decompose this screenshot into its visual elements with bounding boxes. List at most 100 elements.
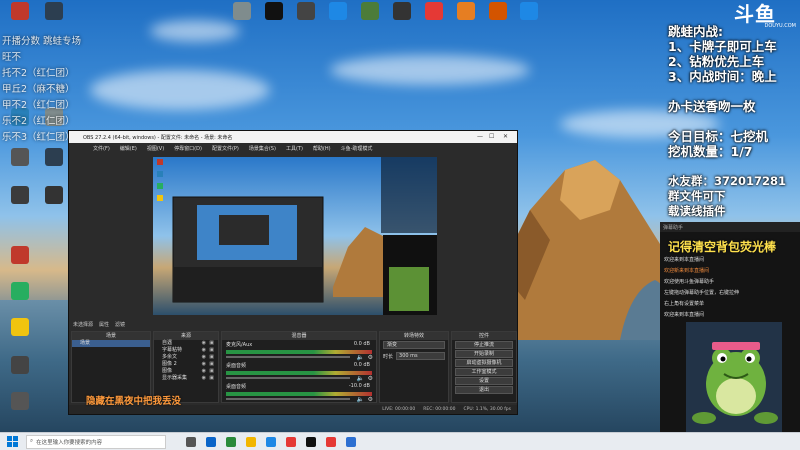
desktop-shortcut[interactable] bbox=[4, 356, 36, 386]
start-button[interactable] bbox=[4, 434, 20, 450]
speaker-icon[interactable]: 🔈 bbox=[357, 375, 364, 382]
eye-icon[interactable]: ◉ bbox=[202, 340, 206, 347]
obs-menu-item[interactable]: 斗鱼-助理模式 bbox=[341, 145, 373, 152]
taskbar-app-icon[interactable] bbox=[186, 436, 196, 447]
eye-icon[interactable]: ◉ bbox=[202, 347, 206, 354]
eye-icon[interactable]: ◉ bbox=[202, 361, 206, 368]
overlay-info-line bbox=[668, 84, 800, 99]
speaker-icon[interactable]: 🔈 bbox=[357, 354, 364, 361]
lock-icon[interactable]: ▣ bbox=[209, 375, 214, 382]
controls-dock[interactable]: 控件 停止推流 开始录制 启动虚拟摄像机 工作室模式 设置 退出 bbox=[451, 331, 517, 403]
obs-window[interactable]: OBS 27.2.4 (64-bit, windows) - 配置文件: 未命名… bbox=[68, 130, 518, 415]
volume-slider[interactable] bbox=[226, 398, 350, 400]
desktop-shortcut[interactable] bbox=[322, 2, 354, 32]
eye-icon[interactable]: ◉ bbox=[202, 375, 206, 382]
source-item[interactable]: 自遇 ◉ ▣ bbox=[154, 340, 218, 347]
desktop-shortcut[interactable] bbox=[4, 318, 36, 348]
eye-icon[interactable]: ◉ bbox=[202, 368, 206, 375]
volume-slider[interactable] bbox=[226, 356, 350, 358]
maximize-icon[interactable]: ☐ bbox=[489, 133, 494, 140]
eye-icon[interactable]: ◉ bbox=[202, 354, 206, 361]
source-item[interactable]: 多余文 ◉ ▣ bbox=[154, 354, 218, 361]
lock-icon[interactable]: ▣ bbox=[209, 340, 214, 347]
desktop-shortcut[interactable] bbox=[290, 2, 322, 32]
source-item[interactable]: 字幕粘特 ◉ ▣ bbox=[154, 347, 218, 354]
desktop-shortcut[interactable] bbox=[450, 2, 482, 32]
track-db: 0.0 dB bbox=[353, 341, 370, 347]
obs-menu-item[interactable]: 场景集合(S) bbox=[249, 145, 276, 152]
gear-icon[interactable]: ⚙ bbox=[368, 396, 373, 403]
obs-menu-item[interactable]: 帮助(H) bbox=[313, 145, 331, 152]
volume-meter bbox=[226, 371, 372, 375]
desktop-shortcut[interactable] bbox=[38, 148, 70, 178]
audio-mixer-dock[interactable]: 混音器 麦克风/Aux 0.0 dB 🔈 ⚙ 桌面音频 0.0 dB 🔈 ⚙ 桌面音频 -10.0… bbox=[221, 331, 377, 403]
lock-icon[interactable]: ▣ bbox=[209, 361, 214, 368]
obs-menu-item[interactable]: 工具(T) bbox=[286, 145, 303, 152]
duration-input[interactable]: 300 ms bbox=[396, 352, 445, 360]
control-button[interactable]: 开始录制 bbox=[455, 350, 513, 358]
overlay-line: 托不2（红仁团） bbox=[2, 68, 75, 79]
desktop-shortcut[interactable] bbox=[386, 2, 418, 32]
desktop-shortcut[interactable] bbox=[418, 2, 450, 32]
desktop-shortcut[interactable] bbox=[38, 2, 70, 32]
desktop-shortcut[interactable] bbox=[4, 282, 36, 312]
stream-info-overlay: 跳蛙内战: 1、卡牌子即可上车 2、钻粉优先上车 3、内战时间：晚上 办卡送香吻一枚 … bbox=[668, 24, 800, 219]
transitions-dock[interactable]: 转场特效 渐变 时长 300 ms bbox=[379, 331, 449, 403]
control-button[interactable]: 退出 bbox=[455, 386, 513, 394]
desktop-shortcut[interactable] bbox=[4, 148, 36, 178]
desktop-shortcut[interactable] bbox=[4, 186, 36, 216]
taskbar-app-icon[interactable] bbox=[226, 436, 236, 447]
lock-icon[interactable]: ▣ bbox=[209, 347, 214, 354]
app-shortcut-icon bbox=[265, 2, 283, 20]
source-item[interactable]: 图像 2 ◉ ▣ bbox=[154, 361, 218, 368]
control-button[interactable]: 设置 bbox=[455, 377, 513, 385]
control-button[interactable]: 启动虚拟摄像机 bbox=[455, 359, 513, 367]
taskbar-search-box[interactable]: ⌕ 在这里输入你要搜索的内容 bbox=[26, 434, 166, 449]
control-button[interactable]: 工作室模式 bbox=[455, 368, 513, 376]
taskbar-app-icon[interactable] bbox=[326, 436, 336, 447]
frog-mascot-image bbox=[686, 322, 782, 434]
obs-preview-canvas[interactable] bbox=[153, 157, 437, 315]
obs-tab[interactable]: 属性 bbox=[99, 321, 109, 329]
desktop-shortcut[interactable] bbox=[226, 2, 258, 32]
taskbar-app-icon[interactable] bbox=[306, 436, 316, 447]
obs-menu-item[interactable]: 配置文件(P) bbox=[212, 145, 239, 152]
transition-select[interactable]: 渐变 bbox=[383, 341, 445, 349]
lock-icon[interactable]: ▣ bbox=[209, 354, 214, 361]
app-shortcut-icon bbox=[11, 148, 29, 166]
gear-icon[interactable]: ⚙ bbox=[368, 375, 373, 382]
volume-slider[interactable] bbox=[226, 377, 350, 379]
desktop-shortcut[interactable] bbox=[4, 2, 36, 32]
obs-menu-item[interactable]: 文件(F) bbox=[93, 145, 110, 152]
desktop-shortcut[interactable] bbox=[4, 246, 36, 276]
obs-menu-item[interactable]: 停靠窗口(D) bbox=[174, 145, 202, 152]
desktop-shortcut[interactable] bbox=[513, 2, 545, 32]
desktop-shortcut[interactable] bbox=[38, 186, 70, 216]
obs-menubar: 文件(F) 编辑(E) 视图(V) 停靠窗口(D) 配置文件(P) 场景集合(S) 工具(T… bbox=[69, 143, 517, 153]
taskbar-app-icon[interactable] bbox=[286, 436, 296, 447]
mixer-track: 桌面音频 0.0 dB 🔈 ⚙ bbox=[222, 361, 376, 382]
obs-tab[interactable]: 滤镜 bbox=[115, 321, 125, 329]
obs-menu-item[interactable]: 视图(V) bbox=[147, 145, 164, 152]
source-item[interactable]: 显示器采集 ◉ ▣ bbox=[154, 375, 218, 382]
taskbar-app-icon[interactable] bbox=[266, 436, 276, 447]
source-item[interactable]: 图像 ◉ ▣ bbox=[154, 368, 218, 375]
close-icon[interactable]: ✕ bbox=[503, 133, 508, 140]
desktop-shortcut[interactable] bbox=[4, 392, 36, 422]
rec-time: REC: 00:00:00 bbox=[423, 407, 456, 412]
taskbar-app-icon[interactable] bbox=[346, 436, 356, 447]
minimize-icon[interactable]: — bbox=[477, 133, 483, 140]
taskbar-app-icon[interactable] bbox=[206, 436, 216, 447]
desktop-shortcut[interactable] bbox=[258, 2, 290, 32]
app-shortcut-icon bbox=[11, 246, 29, 264]
speaker-icon[interactable]: 🔈 bbox=[357, 396, 364, 403]
desktop-shortcut[interactable] bbox=[354, 2, 386, 32]
scene-item[interactable]: 场景 bbox=[72, 340, 150, 347]
taskbar-app-icon[interactable] bbox=[246, 436, 256, 447]
obs-menu-item[interactable]: 编辑(E) bbox=[120, 145, 137, 152]
control-button[interactable]: 停止推流 bbox=[455, 341, 513, 349]
gear-icon[interactable]: ⚙ bbox=[368, 354, 373, 361]
desktop-shortcut[interactable] bbox=[482, 2, 514, 32]
lock-icon[interactable]: ▣ bbox=[209, 368, 214, 375]
obs-titlebar[interactable]: OBS 27.2.4 (64-bit, windows) - 配置文件: 未命名… bbox=[69, 131, 517, 143]
